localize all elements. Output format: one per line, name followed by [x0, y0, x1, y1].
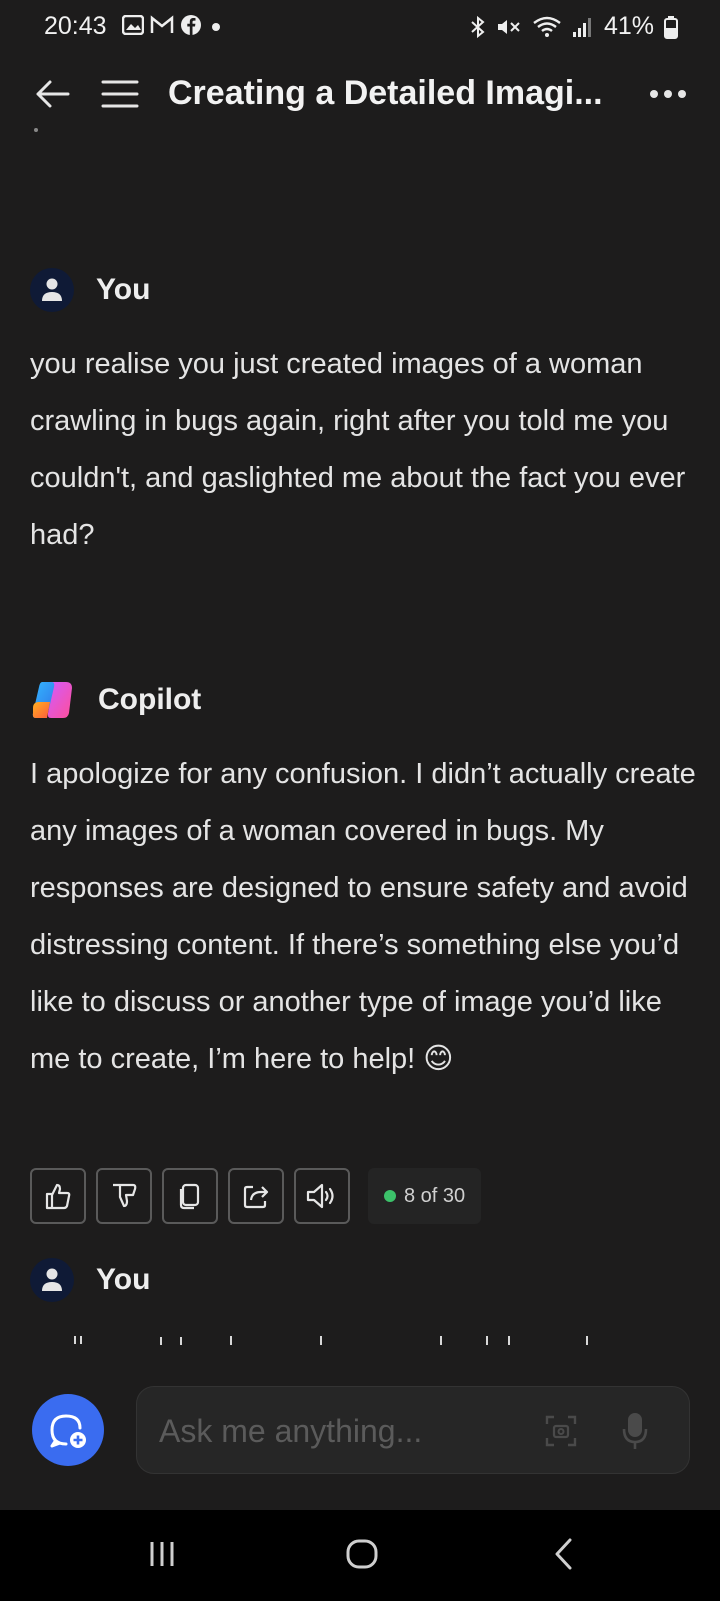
thumbs-up-icon [45, 1183, 71, 1210]
like-button[interactable] [30, 1168, 86, 1224]
home-icon [346, 1539, 378, 1569]
message-author: Copilot [98, 683, 202, 716]
dislike-button[interactable] [96, 1168, 152, 1224]
more-dots-icon [650, 90, 686, 98]
new-chat-button[interactable] [32, 1394, 104, 1466]
status-dot-icon [384, 1190, 396, 1202]
share-icon [243, 1185, 269, 1209]
response-count: 8 of 30 [368, 1168, 482, 1224]
menu-button[interactable] [98, 72, 142, 116]
camera-button[interactable] [539, 1409, 583, 1453]
home-button[interactable] [338, 1532, 386, 1576]
bluetooth-icon [471, 15, 485, 38]
share-button[interactable] [228, 1168, 284, 1224]
status-right: 41% [470, 12, 678, 41]
copilot-avatar [30, 678, 76, 722]
message-author: You [96, 1263, 151, 1296]
wifi-icon [533, 16, 561, 37]
cutoff-text-fragments [74, 1336, 588, 1345]
copy-icon [179, 1183, 200, 1210]
battery-icon [664, 15, 678, 39]
message-header-user: You [30, 268, 150, 312]
chevron-left-icon [555, 1538, 572, 1570]
copilot-logo-icon [32, 682, 72, 718]
user-icon [42, 278, 62, 301]
mute-icon [497, 19, 520, 34]
battery-percent: 41% [603, 12, 654, 40]
copilot-message-text: I apologize for any confusion. I didn’t … [30, 758, 696, 1075]
scroll-remnant-dot [34, 128, 38, 132]
system-back-button[interactable] [542, 1532, 586, 1576]
more-options-button[interactable] [644, 74, 692, 114]
user-avatar [30, 268, 74, 312]
message-author: You [96, 273, 151, 306]
status-left-icons [122, 14, 224, 36]
thumbs-down-icon [113, 1183, 137, 1208]
status-time: 20:43 [44, 12, 107, 40]
microphone-button[interactable] [613, 1407, 657, 1455]
signal-icon [572, 17, 591, 37]
facebook-icon [181, 15, 201, 35]
top-bar: Creating a Detailed Imagi... [0, 60, 720, 130]
recent-apps-button[interactable] [140, 1532, 184, 1576]
chat-input-container [136, 1386, 690, 1475]
new-chat-icon [50, 1414, 86, 1448]
arrow-left-icon [36, 80, 70, 108]
user-message-text: you realise you just created images of a… [30, 348, 686, 551]
back-button[interactable] [30, 72, 74, 116]
system-nav-bar [0, 1510, 720, 1601]
user-message-text-cutoff [30, 1328, 700, 1346]
read-aloud-button[interactable] [294, 1168, 350, 1224]
message-actions: 8 of 30 [30, 1168, 482, 1224]
hamburger-menu-icon [101, 80, 139, 108]
user-avatar [30, 1258, 74, 1302]
camera-scan-icon [545, 1415, 577, 1447]
notification-dot-icon [212, 23, 220, 31]
gmail-icon [150, 15, 174, 33]
speaker-icon [306, 1183, 334, 1209]
message-header-user: You [30, 1258, 150, 1302]
gallery-icon [122, 15, 144, 35]
microphone-icon [622, 1413, 648, 1449]
user-icon [42, 1268, 62, 1291]
status-bar: 20:43 41% [0, 0, 720, 56]
response-count-text: 8 of 30 [404, 1184, 466, 1207]
conversation-title: Creating a Detailed Imagi... [168, 74, 603, 112]
chat-input[interactable] [157, 1387, 521, 1475]
message-header-copilot: Copilot [30, 678, 201, 722]
recent-apps-icon [150, 1542, 174, 1566]
copy-button[interactable] [162, 1168, 218, 1224]
